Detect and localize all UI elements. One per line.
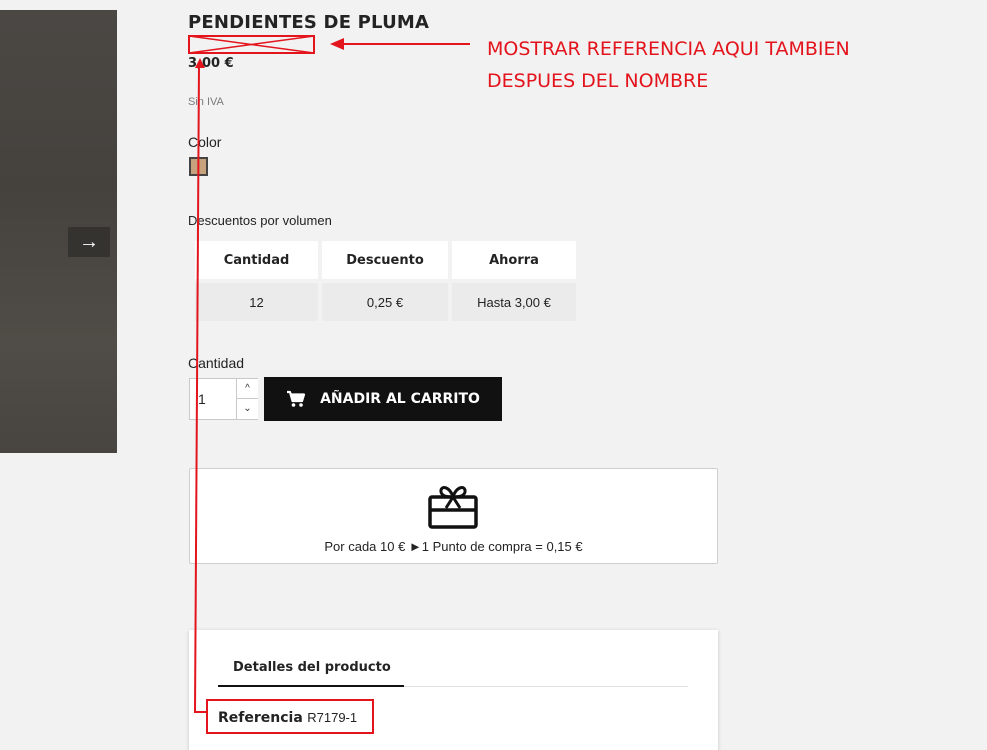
column-header-savings: Ahorra	[452, 241, 576, 279]
gift-card-icon	[428, 486, 478, 529]
chevron-up-icon: ^	[245, 383, 250, 394]
reference-row: Referencia R7179-1	[218, 709, 357, 727]
annotation-cross	[188, 35, 315, 54]
column-header-discount: Descuento	[322, 241, 448, 279]
annotation-placeholder-box	[188, 35, 315, 54]
arrow-right-icon: →	[79, 231, 99, 253]
gallery-next-button[interactable]: →	[68, 227, 110, 257]
volume-discounts-label: Descuentos por volumen	[188, 213, 332, 228]
table-row: 12 0,25 € Hasta 3,00 €	[195, 283, 576, 321]
cart-icon	[287, 390, 306, 407]
active-tab-indicator	[218, 685, 404, 687]
product-price: 3,00 €	[188, 56, 234, 71]
quantity-decrease-button[interactable]: ⌄	[236, 399, 258, 419]
annotation-arrow-head	[330, 38, 344, 50]
reference-value: R7179-1	[307, 710, 358, 725]
quantity-stepper: ^ ⌄	[189, 378, 258, 420]
tab-product-details[interactable]: Detalles del producto	[218, 660, 404, 687]
reference-label: Referencia	[218, 710, 303, 726]
loyalty-points-text: Por cada 10 € ►1 Punto de compra = 0,15 …	[324, 539, 583, 554]
tax-label: Sin IVA	[188, 96, 224, 108]
product-title: PENDIENTES DE PLUMA	[188, 12, 430, 33]
annotation-cross	[188, 35, 315, 54]
table-header-row: Cantidad Descuento Ahorra	[195, 241, 576, 279]
column-header-quantity: Cantidad	[195, 241, 318, 279]
cell-savings: Hasta 3,00 €	[452, 283, 576, 321]
volume-discounts-table: Cantidad Descuento Ahorra 12 0,25 € Hast…	[191, 237, 580, 325]
quantity-increase-button[interactable]: ^	[236, 379, 258, 399]
annotation-line-2: DESPUES DEL NOMBRE	[487, 70, 709, 92]
cell-quantity: 12	[195, 283, 318, 321]
add-to-cart-button[interactable]: AÑADIR AL CARRITO	[264, 377, 502, 421]
annotation-line-1: MOSTRAR REFERENCIA AQUI TAMBIEN	[487, 38, 850, 60]
annotation-note: MOSTRAR REFERENCIA AQUI TAMBIEN DESPUES …	[487, 33, 850, 97]
quantity-label: Cantidad	[188, 355, 245, 371]
loyalty-points-box: Por cada 10 € ►1 Punto de compra = 0,15 …	[189, 468, 718, 564]
add-to-cart-label: AÑADIR AL CARRITO	[320, 391, 480, 407]
product-details-section: Detalles del producto Referencia R7179-1	[189, 630, 718, 750]
quantity-input[interactable]	[190, 379, 236, 419]
cell-discount: 0,25 €	[322, 283, 448, 321]
product-image: →	[0, 10, 117, 453]
color-swatch[interactable]	[189, 157, 208, 176]
chevron-down-icon: ⌄	[243, 403, 252, 414]
color-label: Color	[188, 134, 222, 150]
